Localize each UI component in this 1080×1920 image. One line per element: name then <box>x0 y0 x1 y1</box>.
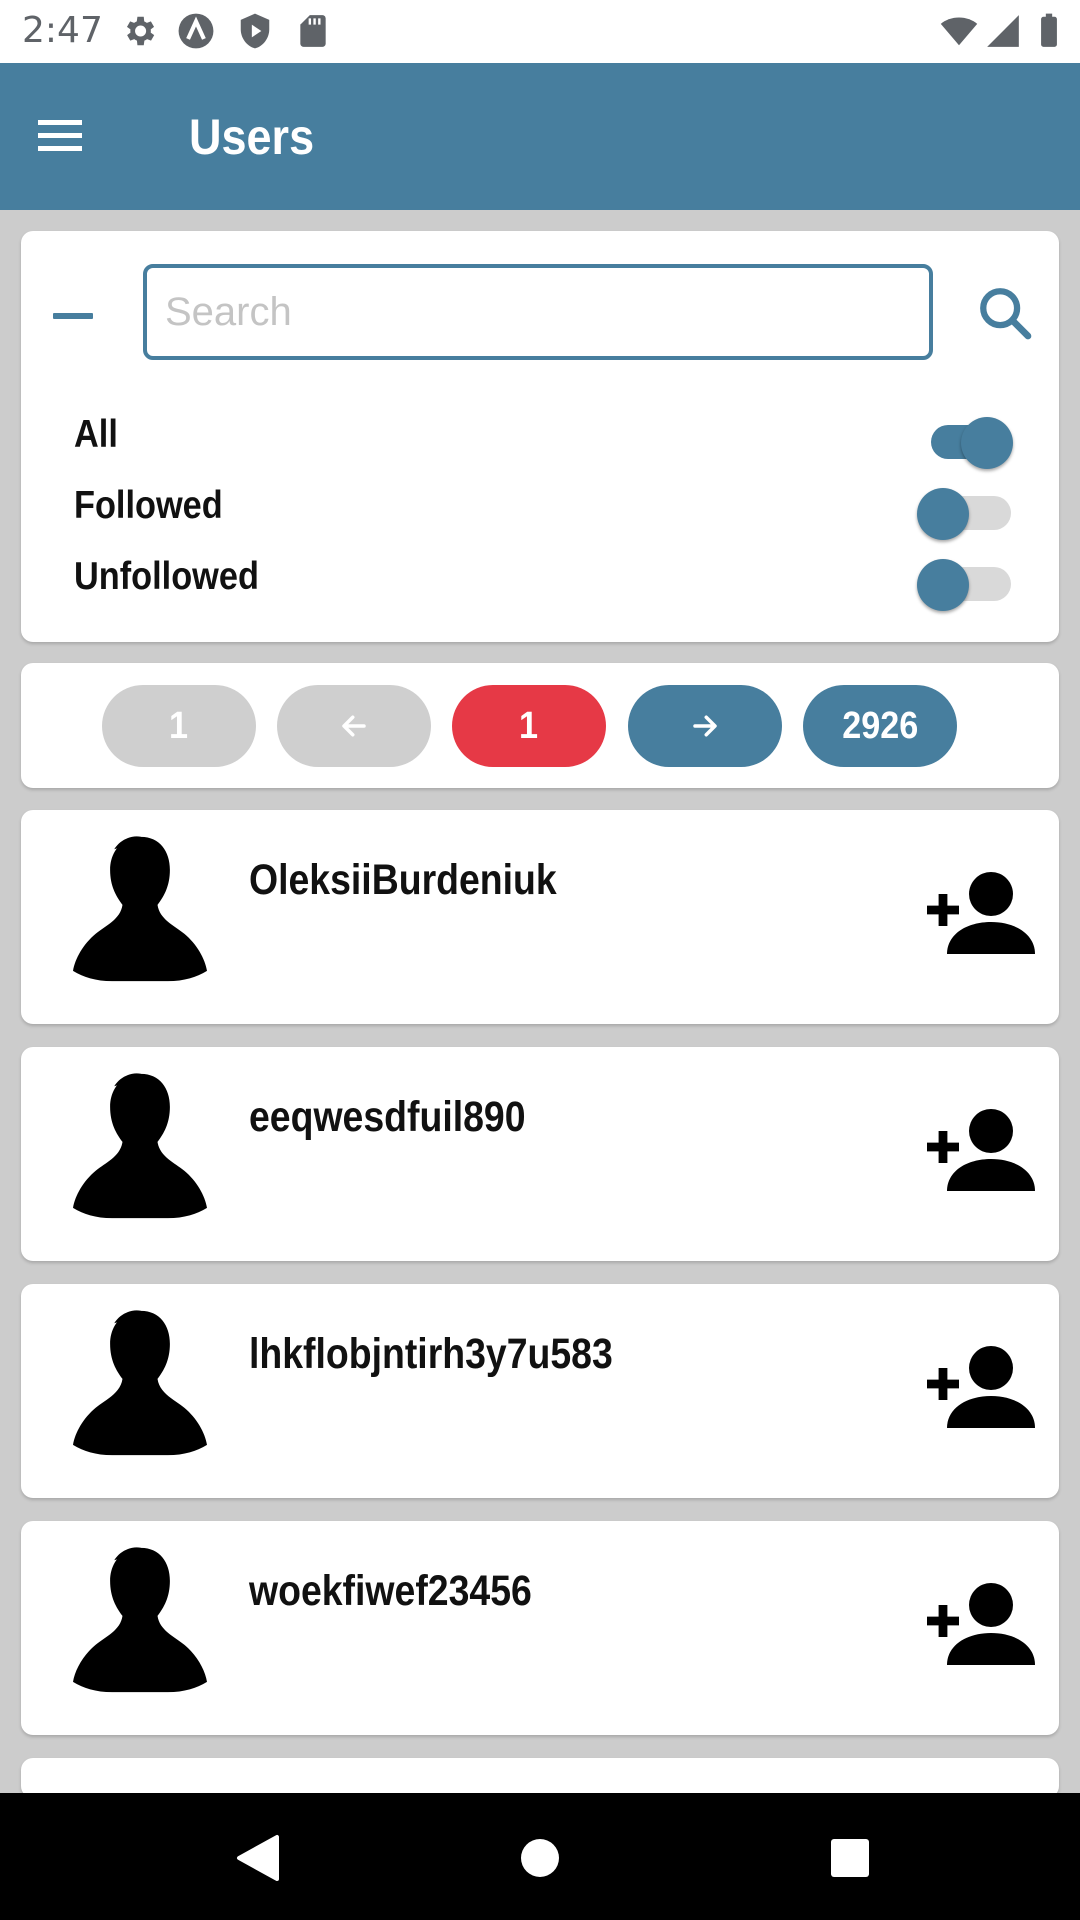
collapse-filter-button[interactable] <box>43 291 103 341</box>
current-page-button[interactable]: 1 <box>452 685 606 767</box>
first-page-button[interactable]: 1 <box>102 685 256 767</box>
status-bar: 2:47 <box>0 0 1080 63</box>
prev-page-button[interactable] <box>277 685 431 767</box>
arrow-right-icon <box>693 715 717 737</box>
toggle-all[interactable] <box>917 409 1017 469</box>
sd-card-icon <box>300 15 326 47</box>
wifi-icon <box>940 17 978 46</box>
user-silhouette-icon <box>73 1547 207 1693</box>
username[interactable]: OleksiiBurdeniuk <box>249 854 557 906</box>
settings-icon <box>126 16 155 46</box>
recents-icon[interactable] <box>828 1836 872 1880</box>
add-user-icon[interactable] <box>923 1103 1035 1199</box>
user-silhouette-icon <box>73 1310 207 1456</box>
list-item[interactable]: eeqwesdfuil890 <box>21 1047 1059 1261</box>
username[interactable]: woekfiwef23456 <box>249 1565 532 1617</box>
toggle-knob <box>917 488 969 540</box>
list-item[interactable]: OleksiiBurdeniuk <box>21 810 1059 1024</box>
toggle-followed[interactable] <box>917 480 1017 540</box>
list-item[interactable]: lhkflobjntirh3y7u583 <box>21 1284 1059 1498</box>
last-page-label: 2926 <box>841 704 919 747</box>
back-icon[interactable] <box>235 1833 281 1883</box>
status-time: 2:47 <box>22 10 103 51</box>
pagination: 1 1 2926 <box>21 663 1059 788</box>
filter-panel: All Followed Unfollowed <box>21 231 1059 642</box>
current-page-label: 1 <box>519 704 539 747</box>
username[interactable]: eeqwesdfuil890 <box>249 1091 526 1143</box>
filter-label-followed: Followed <box>74 484 223 527</box>
signal-icon <box>987 15 1019 47</box>
minus-icon <box>53 313 93 319</box>
toggle-knob <box>917 559 969 611</box>
toggle-knob <box>961 417 1013 469</box>
list-item[interactable] <box>21 1758 1059 1798</box>
add-user-icon[interactable] <box>923 866 1035 962</box>
user-silhouette-icon <box>73 836 207 982</box>
navigation-bar <box>0 1793 1080 1920</box>
shield-play-icon <box>240 13 270 49</box>
page-title: Users <box>189 109 315 165</box>
battery-icon <box>1041 13 1057 47</box>
toggle-unfollowed[interactable] <box>917 551 1017 611</box>
filter-label-all: All <box>74 413 118 456</box>
add-user-icon[interactable] <box>923 1340 1035 1436</box>
app-icon <box>178 13 214 49</box>
app-bar: Users <box>0 63 1080 210</box>
next-page-button[interactable] <box>628 685 782 767</box>
last-page-button[interactable]: 2926 <box>803 685 957 767</box>
menu-icon[interactable] <box>38 116 82 156</box>
username[interactable]: lhkflobjntirh3y7u583 <box>249 1328 613 1380</box>
search-icon[interactable] <box>976 284 1034 342</box>
first-page-label: 1 <box>169 704 189 747</box>
filter-label-unfollowed: Unfollowed <box>74 555 259 598</box>
home-icon[interactable] <box>518 1836 562 1880</box>
search-input[interactable] <box>143 264 933 360</box>
add-user-icon[interactable] <box>923 1577 1035 1673</box>
list-item[interactable]: woekfiwef23456 <box>21 1521 1059 1735</box>
arrow-left-icon <box>342 715 366 737</box>
user-silhouette-icon <box>73 1073 207 1219</box>
